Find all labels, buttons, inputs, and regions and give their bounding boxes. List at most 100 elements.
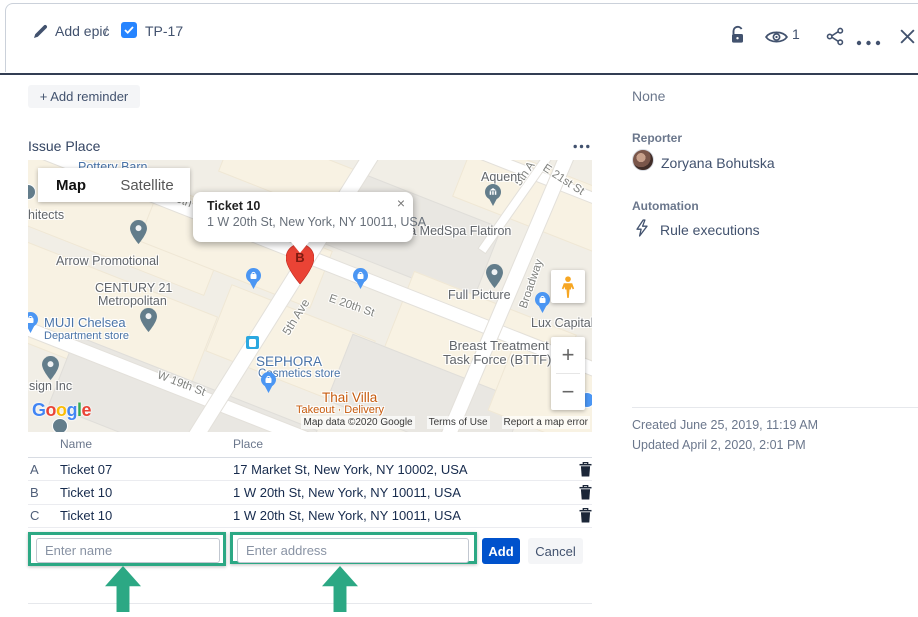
issue-place-title: Issue Place [28, 138, 100, 154]
sidebar-divider [632, 407, 918, 408]
map-type-satellite-button[interactable]: Satellite [104, 168, 190, 202]
row-name: Ticket 10 [60, 485, 233, 500]
zoom-control: + − [551, 337, 585, 410]
info-window-pointer [291, 242, 309, 253]
name-input[interactable] [36, 538, 220, 563]
bank-pin-icon[interactable] [485, 184, 501, 211]
column-header-place: Place [233, 437, 572, 451]
add-button[interactable]: Add [482, 538, 520, 564]
delete-place-icon[interactable] [579, 508, 592, 523]
map-poi-pin-icon[interactable] [486, 264, 503, 293]
shopping-pin-icon[interactable] [353, 268, 368, 294]
pencil-icon [33, 24, 48, 44]
map-label: Arrow Promotional [56, 254, 159, 268]
google-logo[interactable]: Google [32, 400, 91, 421]
row-name: Ticket 07 [60, 462, 233, 477]
shopping-pin-icon[interactable] [28, 312, 38, 338]
street-label: E 20th St [327, 293, 376, 320]
header-divider [0, 73, 918, 75]
terms-of-use-link[interactable]: Terms of Use [427, 416, 490, 429]
reporter-name[interactable]: Zoryana Bohutska [661, 155, 775, 171]
lightning-bolt-icon [635, 219, 649, 242]
delete-place-icon[interactable] [579, 462, 592, 477]
more-actions-icon[interactable] [856, 33, 881, 51]
issue-place-menu-icon[interactable] [573, 136, 593, 148]
watch-eye-icon[interactable] [765, 29, 788, 50]
subway-station-icon[interactable] [246, 336, 259, 349]
row-place: 17 Market St, New York, NY 10002, USA [233, 462, 572, 477]
map-label: Breast Treatment [449, 338, 549, 353]
address-input[interactable] [237, 538, 469, 563]
zoom-in-button[interactable]: + [551, 337, 585, 373]
shopping-pin-icon[interactable] [535, 292, 550, 318]
google-logo-letter: e [82, 400, 92, 420]
section-divider [28, 603, 592, 604]
table-row: A Ticket 07 17 Market St, New York, NY 1… [28, 458, 592, 481]
reporter-avatar [632, 149, 654, 171]
created-timestamp: Created June 25, 2019, 11:19 AM [632, 418, 818, 432]
breadcrumb-issue-key[interactable]: TP-17 [145, 23, 183, 39]
row-letter: A [28, 462, 60, 477]
map-label: SEPHORA [256, 354, 322, 369]
info-window-close-icon[interactable]: × [397, 196, 405, 210]
street-view-pegman-button[interactable] [551, 270, 585, 303]
cancel-button[interactable]: Cancel [528, 538, 583, 564]
map-label: Task Force (BTTF) [443, 352, 551, 367]
map-label: Takeout · Delivery [296, 404, 384, 416]
map-label: Metropolitan [98, 294, 167, 308]
automation-label: Automation [632, 199, 699, 213]
annotation-arrow-name [105, 566, 141, 612]
map-label: Lux Capital [531, 316, 592, 330]
updated-timestamp: Updated April 2, 2020, 2:01 PM [632, 438, 806, 452]
close-icon[interactable] [899, 28, 916, 50]
reporter-label: Reporter [632, 131, 682, 145]
map-data-attribution: Map data ©2020 Google [301, 416, 414, 429]
info-window-address: 1 W 20th St, New York, NY 10011, USA [207, 215, 426, 229]
google-logo-letter: G [32, 400, 46, 420]
map-attribution: Map data ©2020 Google Terms of Use Repor… [301, 416, 590, 429]
shopping-pin-icon[interactable] [246, 268, 261, 294]
info-window-title: Ticket 10 [207, 199, 260, 213]
map-label: Aquent [481, 170, 521, 184]
map-label: hitects [28, 208, 64, 222]
shopping-pin-icon[interactable] [261, 372, 276, 398]
zoom-out-button[interactable]: − [551, 374, 585, 410]
google-map[interactable]: W 20th E 20th St W 19th St E 21st St 5th… [28, 160, 592, 432]
row-name: Ticket 10 [60, 508, 233, 523]
rule-executions-link[interactable]: Rule executions [660, 222, 760, 238]
breadcrumb-add-epic[interactable]: Add epic [55, 23, 109, 39]
row-place: 1 W 20th St, New York, NY 10011, USA [233, 485, 572, 500]
map-type-control: Map Satellite [38, 168, 190, 202]
map-label: MUJI Chelsea [44, 315, 126, 330]
breadcrumb-separator: / [104, 23, 108, 39]
map-label: CENTURY 21 [95, 281, 172, 295]
report-map-error-link[interactable]: Report a map error [502, 416, 590, 429]
map-poi-pin-icon[interactable] [130, 220, 147, 249]
google-logo-letter: o [56, 400, 67, 420]
annotation-arrow-address [322, 566, 358, 612]
row-letter: C [28, 508, 60, 523]
add-reminder-button[interactable]: + Add reminder [28, 85, 140, 108]
task-type-icon[interactable] [121, 22, 137, 38]
table-row: C Ticket 10 1 W 20th St, New York, NY 10… [28, 505, 592, 528]
unlock-icon[interactable] [728, 25, 747, 50]
google-logo-letter: g [67, 400, 78, 420]
table-row: B Ticket 10 1 W 20th St, New York, NY 10… [28, 481, 592, 504]
places-table-header: Name Place [28, 437, 592, 458]
map-poi-pin-icon[interactable] [140, 308, 157, 337]
row-place: 1 W 20th St, New York, NY 10011, USA [233, 508, 572, 523]
places-table: Name Place A Ticket 07 17 Market St, New… [28, 437, 592, 528]
issue-dialog: Add epic / TP-17 1 + Add reminder Issue … [0, 0, 918, 617]
map-label: Department store [44, 330, 129, 342]
google-logo-letter: o [46, 400, 57, 420]
map-poi-pin-icon[interactable] [42, 356, 59, 385]
share-icon[interactable] [826, 27, 845, 51]
delete-place-icon[interactable] [579, 485, 592, 500]
map-info-window: Ticket 10 1 W 20th St, New York, NY 1001… [193, 192, 413, 242]
map-type-map-button[interactable]: Map [38, 168, 104, 202]
map-label: Thai Villa [322, 390, 377, 405]
field-value-none[interactable]: None [632, 88, 665, 104]
column-header-name: Name [60, 437, 233, 451]
row-letter: B [28, 485, 60, 500]
watch-count[interactable]: 1 [792, 26, 800, 42]
